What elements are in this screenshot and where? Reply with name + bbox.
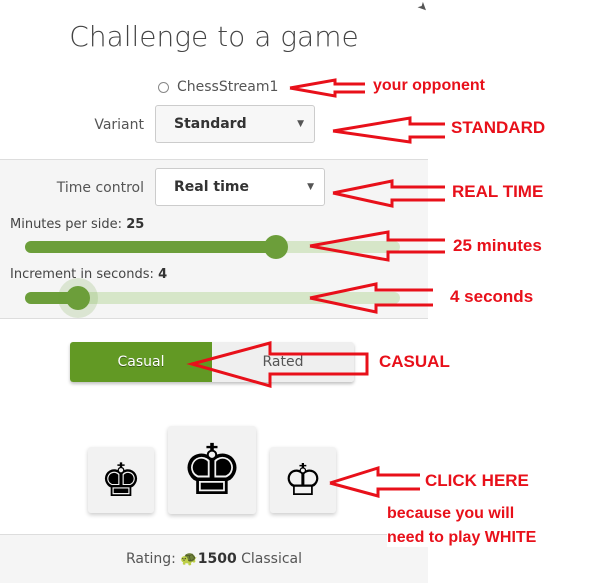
annotation-opponent: your opponent xyxy=(373,77,485,94)
annotation-increment: 4 seconds xyxy=(450,287,534,306)
arrow-variant xyxy=(332,116,445,144)
arrow-opponent xyxy=(289,78,365,98)
annotation-minutes: 25 minutes xyxy=(453,236,542,255)
arrow-increment xyxy=(309,282,433,314)
arrow-minutes xyxy=(309,230,445,262)
arrow-casual xyxy=(186,341,369,388)
annotation-mode: CASUAL xyxy=(379,352,450,371)
annotation-reason-line2: need to play WHITE xyxy=(387,529,557,547)
annotation-reason-line1: because you will xyxy=(387,505,515,523)
annotation-click: CLICK HERE xyxy=(425,471,529,490)
annotation-time: REAL TIME xyxy=(452,182,544,201)
arrow-time xyxy=(332,179,445,208)
arrow-click xyxy=(329,465,420,498)
annotation-variant: STANDARD xyxy=(451,118,546,137)
